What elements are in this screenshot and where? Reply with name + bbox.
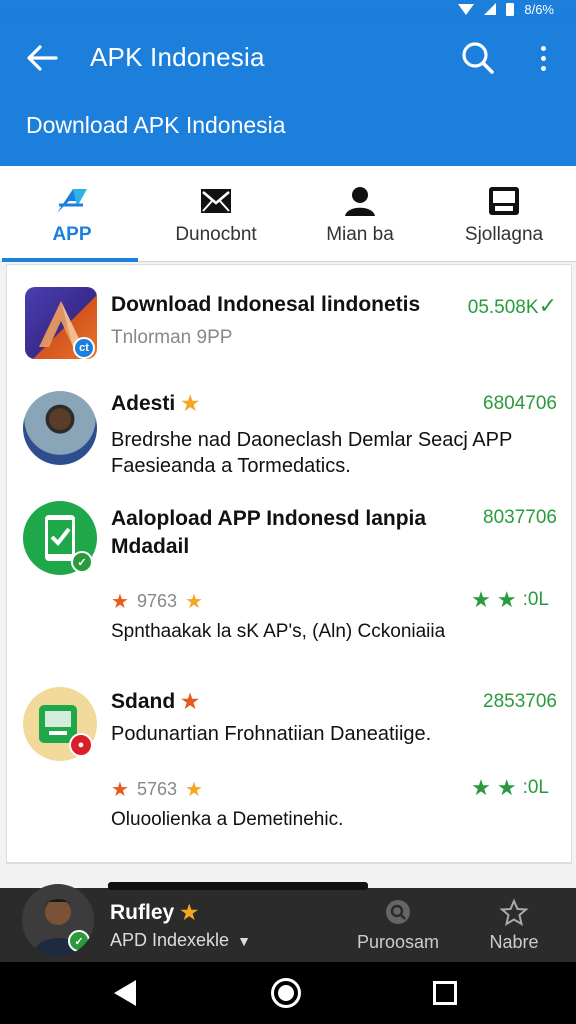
page-subtitle: Download APK Indonesia bbox=[26, 112, 286, 138]
nav-back-icon[interactable] bbox=[114, 980, 136, 1006]
dot-icon bbox=[540, 55, 546, 61]
rating: ★ 9763 ★ bbox=[111, 589, 203, 614]
page-title: APK Indonesia bbox=[90, 42, 265, 72]
star-icon: ★ bbox=[180, 902, 199, 924]
item-subtitle: Tnlorman 9PP bbox=[111, 327, 233, 348]
count-value: 05.508K bbox=[467, 297, 539, 318]
item-title: Download Indonesal lindonetis bbox=[111, 293, 421, 316]
wifi-icon bbox=[458, 3, 475, 15]
search-icon bbox=[462, 42, 494, 74]
chevron-down-icon[interactable]: ▼ bbox=[237, 933, 251, 949]
tab-indicator bbox=[2, 258, 138, 262]
nav-home-icon[interactable] bbox=[271, 978, 301, 1008]
app-logo-icon bbox=[52, 184, 92, 218]
star-icon: ★ bbox=[111, 591, 129, 613]
item-count: 8037706 bbox=[483, 507, 557, 528]
tab-label: Dunocbnt bbox=[175, 224, 257, 245]
app-list: ct Download Indonesal lindonetis Tnlorma… bbox=[6, 264, 572, 864]
star-icon: ★ bbox=[496, 775, 517, 800]
star-icon: ★ bbox=[471, 587, 491, 612]
right-rating: ★ ★ :0L bbox=[471, 587, 549, 613]
dot-icon bbox=[540, 65, 546, 71]
tab-dunocbnt[interactable]: Dunocbnt bbox=[144, 166, 288, 262]
badge-icon: ct bbox=[73, 337, 95, 359]
battery-text: 8/6% bbox=[524, 1, 554, 17]
item-count: 6804706 bbox=[483, 393, 557, 414]
tab-mian-ba[interactable]: Mian ba bbox=[288, 166, 432, 262]
list-item[interactable]: ✓ Aaloplоad APP Indonesd lanpia Mdadail … bbox=[7, 485, 571, 675]
rating-value: 9763 bbox=[136, 591, 177, 611]
mini-name: Rufley ★ bbox=[110, 900, 198, 925]
mini-name-text: Rufley bbox=[110, 900, 175, 924]
right-rating-value: :0L bbox=[522, 777, 549, 798]
money-app-icon: ● bbox=[23, 687, 97, 761]
person-icon bbox=[340, 184, 380, 218]
check-icon: ✓ bbox=[538, 293, 557, 318]
mini-subtitle-text: APD Indexekle bbox=[110, 930, 230, 950]
signal-icon bbox=[484, 3, 497, 15]
tab-sjollagna[interactable]: Sjollagna bbox=[432, 166, 576, 262]
apk-app-icon: ct bbox=[25, 287, 97, 359]
badge-icon: ✓ bbox=[68, 930, 90, 952]
system-nav-bar bbox=[0, 962, 576, 1024]
purchase-button[interactable]: Puroosam bbox=[348, 898, 448, 958]
action-label: Nabre bbox=[489, 932, 539, 952]
star-icon: ★ bbox=[184, 779, 203, 801]
tray-icon bbox=[484, 184, 524, 218]
app-bar: APK Indonesia Download APK Indonesia bbox=[0, 18, 576, 166]
star-icon: ★ bbox=[471, 775, 491, 800]
screen: 8/6% APK Indonesia Download APK Indonesi… bbox=[0, 0, 576, 1024]
star-icon: ★ bbox=[184, 591, 203, 613]
right-rating: ★ ★ :0L bbox=[471, 775, 549, 801]
item-title: Aaloplоad APP Indonesd lanpia Mdadail bbox=[111, 507, 427, 558]
bottom-mini-bar[interactable]: ✓ Rufley ★ APD Indexekle ▼ Puroosam Nabr… bbox=[0, 882, 576, 962]
arrow-left-icon bbox=[27, 45, 58, 71]
item-title: Sdand ★ bbox=[111, 689, 199, 714]
tab-label: Sjollagna bbox=[464, 224, 544, 245]
status-bar: 8/6% bbox=[0, 0, 576, 18]
right-rating-value: :0L bbox=[522, 589, 549, 610]
tab-bar: APP Dunocbnt Mian ba Sjollagna bbox=[0, 166, 576, 262]
nabre-button[interactable]: Nabre bbox=[464, 898, 564, 958]
rating: ★ 5763 ★ bbox=[111, 777, 203, 802]
item-note: Spnthaakak la sK AP's, (Aln) Cckoniaiia bbox=[111, 621, 446, 642]
back-button[interactable] bbox=[20, 38, 64, 78]
item-note: Oluoolienka a Demetinehic. bbox=[111, 809, 344, 830]
star-icon: ★ bbox=[181, 691, 200, 713]
tab-app[interactable]: APP bbox=[0, 166, 144, 262]
item-description: Podunartian Frohnatiian Daneatiige. bbox=[111, 723, 432, 745]
nav-recents-icon[interactable] bbox=[433, 981, 457, 1005]
action-label: Puroosam bbox=[356, 932, 440, 952]
rating-value: 5763 bbox=[136, 779, 177, 799]
star-icon: ★ bbox=[111, 779, 129, 801]
tab-label: Mian ba bbox=[326, 224, 394, 245]
item-count: 05.508K✓ bbox=[468, 293, 557, 319]
avatar bbox=[23, 391, 97, 465]
status-icons: 8/6% bbox=[458, 0, 554, 18]
item-title-text: Sdand bbox=[111, 689, 176, 713]
search-button[interactable] bbox=[456, 38, 500, 78]
battery-icon bbox=[506, 2, 515, 16]
partial-row bbox=[108, 882, 368, 890]
star-icon: ★ bbox=[181, 393, 200, 415]
star-icon: ★ bbox=[496, 587, 517, 612]
list-item[interactable]: ● Sdand ★ 2853706 Podunartian Frohnatiia… bbox=[7, 675, 571, 865]
search-bubble-icon bbox=[386, 900, 410, 924]
star-outline-icon bbox=[499, 898, 529, 927]
badge-icon: ✓ bbox=[71, 551, 93, 573]
dot-icon bbox=[540, 45, 546, 51]
item-title: Adesti ★ bbox=[111, 391, 199, 416]
record-icon: ● bbox=[69, 733, 93, 757]
mini-subtitle: APD Indexekle ▼ bbox=[110, 930, 251, 951]
item-title-text: Adesti bbox=[111, 391, 176, 415]
list-item[interactable]: Adesti ★ 6804706 Bredrshe nad Daoneclash… bbox=[7, 375, 571, 485]
overflow-menu-button[interactable] bbox=[528, 38, 558, 78]
list-item[interactable]: ct Download Indonesal lindonetis Tnlorma… bbox=[7, 265, 571, 375]
phone-app-icon: ✓ bbox=[23, 501, 97, 575]
avatar: ✓ bbox=[22, 884, 94, 956]
item-count: 2853706 bbox=[483, 691, 557, 712]
item-description: Bredrshe nad Daoneclash Demlar Seacj APP… bbox=[111, 429, 512, 477]
envelope-icon bbox=[196, 184, 236, 218]
tab-label: APP bbox=[52, 224, 92, 245]
